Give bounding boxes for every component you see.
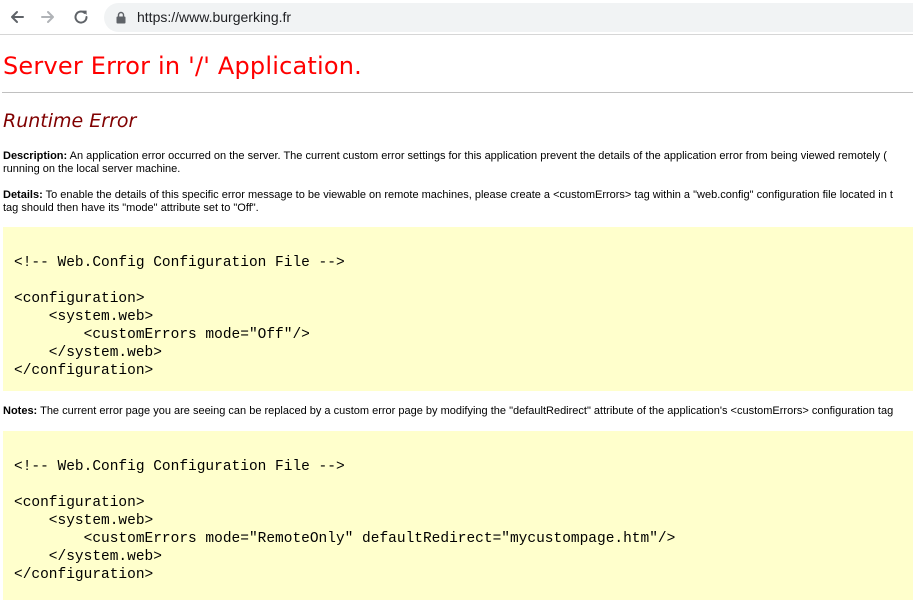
notes-text-line1: The current error page you are seeing ca… <box>40 405 894 417</box>
details-text-line2: tag should then have its "mode" attribut… <box>3 202 259 214</box>
details-paragraph: Details: To enable the details of this s… <box>3 189 913 215</box>
code-line: <system.web> <box>14 513 154 529</box>
code-line: <customErrors mode="RemoteOnly" defaultR… <box>14 531 676 547</box>
arrow-left-icon <box>11 11 24 23</box>
forward-button[interactable] <box>37 6 59 28</box>
divider <box>2 92 913 93</box>
address-bar[interactable]: https://www.burgerking.fr <box>104 3 913 32</box>
browser-toolbar: https://www.burgerking.fr <box>0 0 913 35</box>
reload-icon <box>74 10 88 24</box>
description-text-line1: An application error occurred on the ser… <box>69 150 887 162</box>
arrow-right-icon <box>41 11 54 23</box>
code-line: <customErrors mode="Off"/> <box>14 327 310 343</box>
reload-button[interactable] <box>70 6 92 28</box>
page-title: Server Error in '/' Application. <box>3 52 363 80</box>
code-line: <configuration> <box>14 291 145 307</box>
page-content: Server Error in '/' Application. Runtime… <box>0 36 913 600</box>
code-line: <!-- Web.Config Configuration File --> <box>14 255 345 271</box>
code-line: <configuration> <box>14 495 145 511</box>
code-line: <!-- Web.Config Configuration File --> <box>14 459 345 475</box>
lock-icon <box>116 11 126 24</box>
back-button[interactable] <box>6 6 28 28</box>
code-line: </system.web> <box>14 549 162 565</box>
code-block-config-remoteonly: <!-- Web.Config Configuration File --> <… <box>3 431 913 600</box>
description-label: Description: <box>3 150 68 162</box>
code-line: <system.web> <box>14 309 154 325</box>
description-paragraph: Description: An application error occurr… <box>3 150 913 176</box>
code-line: </configuration> <box>14 363 154 379</box>
notes-label: Notes: <box>3 405 38 417</box>
code-block-config-off: <!-- Web.Config Configuration File --> <… <box>3 227 913 391</box>
description-text-line2: running on the local server machine. <box>3 163 181 175</box>
details-text-line1: To enable the details of this specific e… <box>45 189 893 201</box>
code-line: </configuration> <box>14 567 154 583</box>
code-line: </system.web> <box>14 345 162 361</box>
url-text[interactable]: https://www.burgerking.fr <box>137 9 291 25</box>
details-label: Details: <box>3 189 43 201</box>
notes-paragraph: Notes: The current error page you are se… <box>3 405 913 418</box>
error-type-heading: Runtime Error <box>3 110 137 132</box>
